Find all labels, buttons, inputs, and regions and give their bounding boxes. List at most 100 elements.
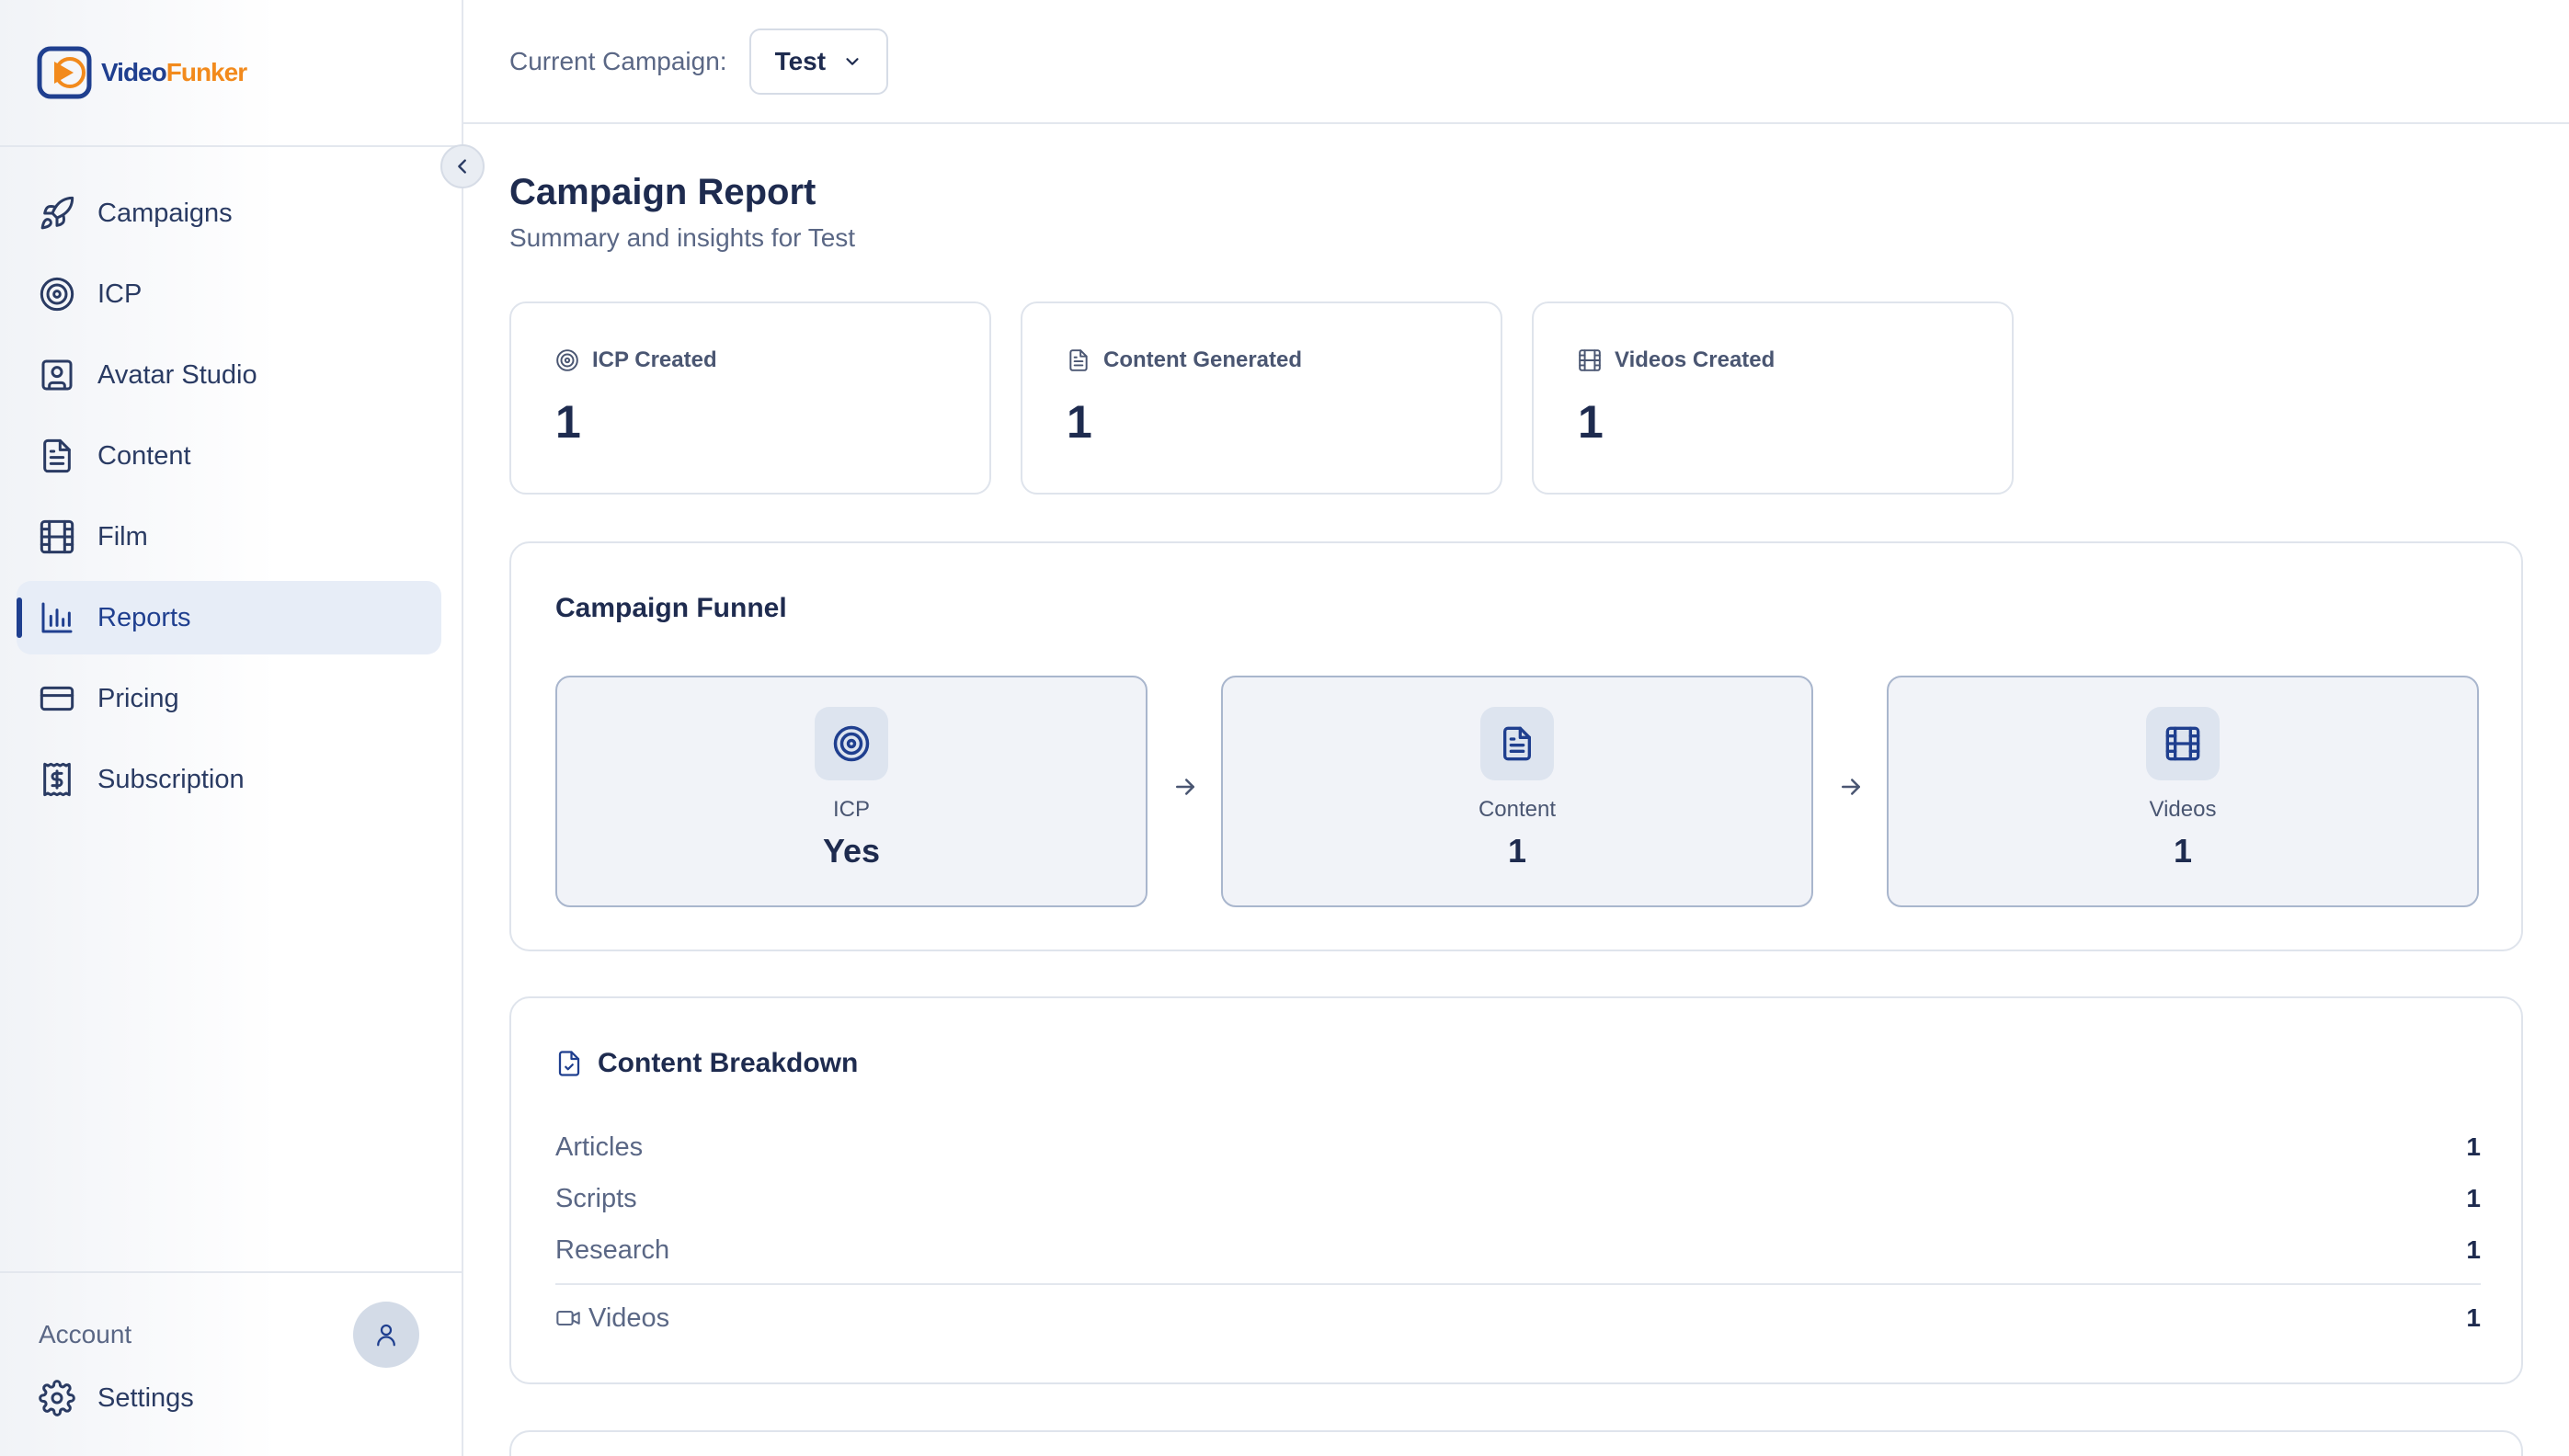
stat-card-content: Content Generated 1 — [1021, 301, 1502, 495]
sidebar-item-label: Avatar Studio — [97, 359, 257, 390]
breakdown-value: 1 — [2466, 1303, 2481, 1332]
funnel-step-value: Yes — [822, 832, 881, 870]
stat-label: Content Generated — [1103, 347, 1303, 372]
breakdown-value: 1 — [2466, 1235, 2481, 1264]
brand-name-part2: Funker — [166, 58, 247, 86]
top-header: Current Campaign: Test — [463, 0, 2569, 124]
video-icon — [556, 1310, 580, 1326]
sidebar-item-pricing[interactable]: Pricing — [17, 662, 441, 735]
sidebar: VideoFunker Campaigns ICP Avatar Studio … — [0, 0, 485, 1456]
avatar[interactable] — [353, 1302, 419, 1368]
account-row: Account — [39, 1301, 419, 1369]
breakdown-row-research: Research 1 — [555, 1232, 2481, 1268]
funnel-icon-wrap — [2146, 707, 2220, 780]
gear-icon — [39, 1380, 75, 1416]
stat-header: Videos Created — [1578, 347, 1775, 373]
file-text-icon — [43, 438, 71, 473]
stat-value: 1 — [1578, 396, 1604, 448]
stat-card-videos: Videos Created 1 — [1532, 301, 2014, 495]
stat-value: 1 — [555, 396, 581, 448]
sidebar-item-icp[interactable]: ICP — [17, 257, 441, 331]
film-icon — [2165, 726, 2200, 761]
account-label: Account — [39, 1320, 132, 1348]
sidebar-item-label: Pricing — [97, 683, 179, 713]
funnel-icon-wrap — [815, 707, 888, 780]
funnel-title: Campaign Funnel — [555, 593, 787, 623]
campaign-select-value: Test — [774, 46, 827, 75]
stat-label: ICP Created — [592, 347, 717, 372]
logo-icon — [37, 46, 92, 99]
breakdown-label: Research — [555, 1234, 670, 1265]
user-icon — [377, 1324, 395, 1347]
settings-label: Settings — [97, 1382, 194, 1413]
user-square-icon — [41, 359, 73, 391]
page-title: Campaign Report — [509, 172, 816, 212]
funnel-step-content: Content 1 — [1221, 676, 1813, 907]
funnel-step-label: ICP — [832, 797, 870, 822]
file-check-icon — [558, 1051, 580, 1076]
sidebar-item-label: Campaigns — [97, 198, 233, 228]
sidebar-item-campaigns[interactable]: Campaigns — [17, 176, 441, 250]
campaign-select[interactable]: Test — [748, 28, 889, 95]
stat-header: ICP Created — [555, 347, 717, 373]
content-breakdown-panel: Content Breakdown Articles 1 Scripts 1 R… — [509, 996, 2523, 1384]
sidebar-item-settings[interactable]: Settings — [39, 1380, 194, 1416]
funnel-step-videos: Videos 1 — [1887, 676, 2479, 907]
arrow-right-icon — [1176, 779, 1194, 795]
target-icon — [556, 349, 578, 371]
stat-card-icp: ICP Created 1 — [509, 301, 991, 495]
next-panel-partial — [509, 1430, 2523, 1456]
stat-header: Content Generated — [1067, 347, 1302, 373]
app-root: VideoFunker Campaigns ICP Avatar Studio … — [0, 0, 2569, 1456]
sidebar-item-reports[interactable]: Reports — [17, 581, 441, 654]
sidebar-item-label: ICP — [97, 279, 143, 309]
breakdown-value: 1 — [2466, 1132, 2481, 1161]
breakdown-row-articles: Articles 1 — [555, 1129, 2481, 1166]
funnel-step-value: 1 — [1507, 832, 1527, 870]
arrow-right-icon — [1842, 779, 1860, 795]
breakdown-divider — [555, 1283, 2481, 1285]
funnel-step-value: 1 — [2173, 832, 2193, 870]
breakdown-videos-label: Videos — [588, 1302, 670, 1333]
sidebar-item-content[interactable]: Content — [17, 419, 441, 493]
funnel-step-label: Content — [1478, 797, 1557, 822]
page-subtitle: Summary and insights for Test — [509, 223, 856, 252]
film-icon — [40, 519, 74, 554]
bar-chart-icon — [41, 602, 73, 633]
breakdown-label: Articles — [555, 1132, 644, 1162]
account-section: Account Settings — [0, 1271, 462, 1456]
sidebar-item-avatar-studio[interactable]: Avatar Studio — [17, 338, 441, 412]
sidebar-item-film[interactable]: Film — [17, 500, 441, 574]
stat-label: Videos Created — [1615, 347, 1775, 372]
breakdown-row-scripts: Scripts 1 — [555, 1180, 2481, 1217]
chevron-down-icon — [846, 57, 859, 65]
breakdown-header: Content Breakdown — [555, 1048, 858, 1079]
funnel-step-icp: ICP Yes — [555, 676, 1147, 907]
campaign-selector-label: Current Campaign: — [509, 46, 727, 75]
credit-card-icon — [40, 686, 74, 711]
campaign-funnel-panel: Campaign Funnel ICP Yes Content 1 Videos… — [509, 541, 2523, 951]
target-icon — [40, 277, 74, 312]
target-icon — [833, 725, 870, 762]
sidebar-item-label: Content — [97, 440, 191, 471]
sidebar-item-label: Film — [97, 521, 148, 552]
breakdown-label: Scripts — [555, 1183, 637, 1213]
breakdown-label: Videos — [555, 1303, 669, 1334]
breakdown-value: 1 — [2466, 1184, 2481, 1212]
collapse-sidebar-button[interactable] — [440, 144, 485, 188]
sidebar-item-label: Reports — [97, 602, 191, 632]
file-text-icon — [1069, 349, 1088, 371]
breakdown-title: Content Breakdown — [598, 1048, 859, 1078]
funnel-step-label: Videos — [2149, 797, 2217, 822]
logo[interactable]: VideoFunker — [0, 0, 462, 147]
brand-name-part1: Video — [101, 58, 167, 86]
film-icon — [1579, 349, 1601, 371]
stat-value: 1 — [1067, 396, 1092, 448]
breakdown-row-videos: Videos 1 — [555, 1300, 2481, 1337]
rocket-icon — [40, 196, 74, 230]
funnel-icon-wrap — [1480, 707, 1554, 780]
receipt-dollar-icon — [43, 762, 71, 797]
sidebar-nav: Campaigns ICP Avatar Studio Content Film… — [17, 176, 441, 824]
logo-text: VideoFunker — [101, 58, 247, 87]
sidebar-item-subscription[interactable]: Subscription — [17, 743, 441, 816]
